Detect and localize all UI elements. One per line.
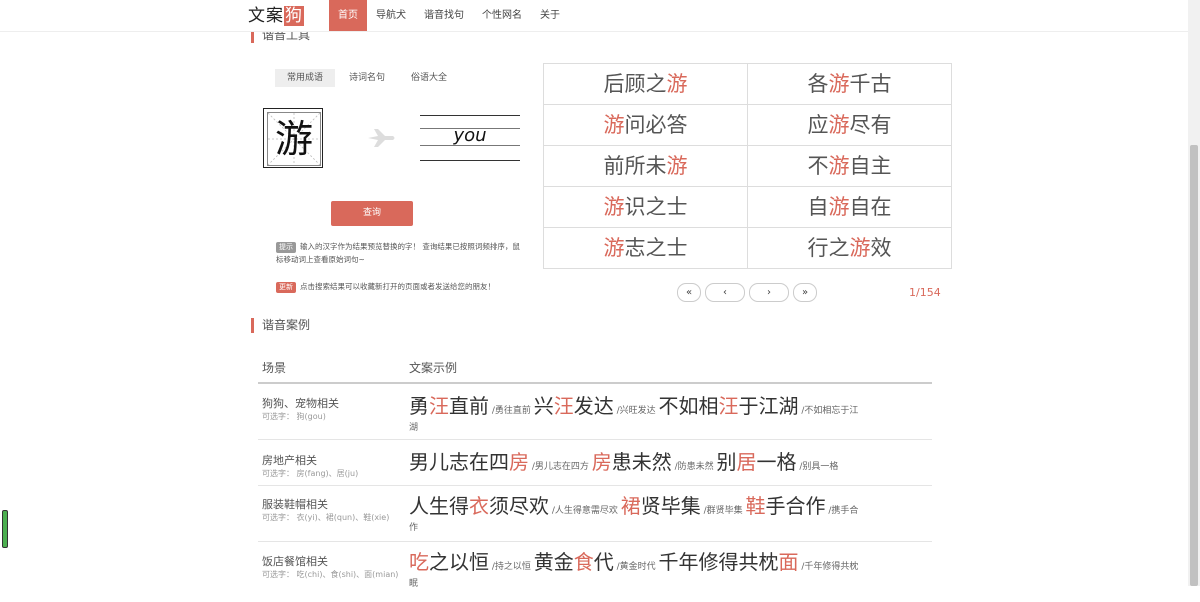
example-wrap-text: 作 xyxy=(409,523,419,533)
result-item[interactable]: 应游尽有 xyxy=(747,105,951,145)
pinyin-display: you xyxy=(420,115,520,161)
result-item[interactable]: 后顾之游 xyxy=(544,64,747,104)
scene-label: 服装鞋帽相关 xyxy=(262,498,328,511)
top-navbar: 文案狗 首页 导航犬 谐音找句 个性网名 关于 xyxy=(0,0,1188,32)
example-list: 人生得衣须尽欢 /人生得意需尽欢 裙贤毕集 /群贤毕集 鞋手合作 /携手合 作 xyxy=(409,486,932,541)
pagination: « ‹ › » xyxy=(677,283,821,302)
example-item[interactable]: 房患未然 /防患未然 xyxy=(592,450,717,474)
cases-section-title: 谐音案例 xyxy=(251,318,310,333)
results-grid: 后顾之游 各游千古 游问必答 应游尽有 前所未游 不游自主 游识之士 自游自在 … xyxy=(543,63,952,269)
tip-note: 提示 输入的汉字作为结果预览替换的字！ 查询结果已按照词频排序，鼠标移动词上查看原… xyxy=(276,240,524,266)
cases-table: 场景 文案示例 狗狗、宠物相关 可选字： 狗(gou) 勇汪直前 /勇往直前 兴… xyxy=(258,355,932,602)
table-row: 饭店餐馆相关 可选字： 吃(chi)、食(shi)、面(mian) 吃之以恒 /… xyxy=(258,542,932,602)
logo-text: 文案 xyxy=(248,6,284,26)
alt-characters: 可选字： 狗(gou) xyxy=(262,412,326,421)
example-list: 吃之以恒 /持之以恒 黄金食代 /黄金时代 千年修得共枕面 /千年修得共枕 眠 xyxy=(409,542,932,602)
character-input-box[interactable]: 游 xyxy=(263,108,323,168)
column-header-example: 文案示例 xyxy=(409,361,458,375)
example-wrap-text: 眠 xyxy=(409,579,419,589)
table-header: 场景 文案示例 xyxy=(258,355,932,384)
result-item[interactable]: 各游千古 xyxy=(747,64,951,104)
update-badge: 更新 xyxy=(276,282,296,293)
example-item[interactable]: 不如相汪于江湖 /不如相忘于江 xyxy=(659,394,859,418)
nav-homophone-search[interactable]: 谐音找句 xyxy=(415,0,473,31)
column-header-scene: 场景 xyxy=(262,361,287,375)
nav-directory[interactable]: 导航犬 xyxy=(367,0,415,31)
result-item[interactable]: 游识之士 xyxy=(544,187,747,227)
category-tabs: 常用成语 诗词名句 俗语大全 xyxy=(275,69,461,87)
example-item[interactable]: 黄金食代 /黄金时代 xyxy=(534,550,659,574)
input-character: 游 xyxy=(274,117,313,161)
example-item[interactable]: 别居一格 /别具一格 xyxy=(717,450,839,474)
scene-label: 房地产相关 xyxy=(262,454,317,467)
table-row: 狗狗、宠物相关 可选字： 狗(gou) 勇汪直前 /勇往直前 兴汪发达 /兴旺发… xyxy=(258,384,932,440)
update-note: 更新 点击搜索结果可以收藏新打开的页面或者发送给您的朋友！ xyxy=(276,280,524,293)
nav-home[interactable]: 首页 xyxy=(329,0,367,31)
tab-idioms[interactable]: 常用成语 xyxy=(275,69,336,87)
tab-poems[interactable]: 诗词名句 xyxy=(337,69,397,87)
pinyin-text: you xyxy=(453,125,487,146)
result-item[interactable]: 自游自在 xyxy=(747,187,951,227)
result-item[interactable]: 游问必答 xyxy=(544,105,747,145)
scene-label: 狗狗、宠物相关 xyxy=(262,397,339,410)
example-item[interactable]: 兴汪发达 /兴旺发达 xyxy=(534,394,659,418)
main-nav: 首页 导航犬 谐音找句 个性网名 关于 xyxy=(329,0,569,31)
query-button[interactable]: 查询 xyxy=(331,201,413,226)
nav-nicknames[interactable]: 个性网名 xyxy=(473,0,531,31)
example-item[interactable]: 千年修得共枕面 /千年修得共枕 xyxy=(659,550,859,574)
first-page-button[interactable]: « xyxy=(677,283,701,302)
result-item[interactable]: 不游自主 xyxy=(747,146,951,186)
tip-text: 输入的汉字作为结果预览替换的字！ 查询结果已按照词频排序，鼠标移动词上查看原始词… xyxy=(276,242,520,264)
result-item[interactable]: 游志之士 xyxy=(544,228,747,268)
page-indicator: 1/154 xyxy=(909,286,941,299)
tip-badge: 提示 xyxy=(276,242,296,253)
logo-accent: 狗 xyxy=(284,6,304,26)
airplane-arrow-icon xyxy=(368,129,395,147)
next-page-button[interactable]: › xyxy=(749,283,789,302)
table-row: 服装鞋帽相关 可选字： 衣(yi)、裙(qun)、鞋(xie) 人生得衣须尽欢 … xyxy=(258,486,932,542)
example-item[interactable]: 男儿志在四房 /男儿志在四方 xyxy=(409,450,592,474)
scene-label: 饭店餐馆相关 xyxy=(262,555,328,568)
alt-characters: 可选字： 吃(chi)、食(shi)、面(mian) xyxy=(262,570,399,579)
alt-characters: 可选字： 衣(yi)、裙(qun)、鞋(xie) xyxy=(262,513,390,522)
last-page-button[interactable]: » xyxy=(793,283,817,302)
prev-page-button[interactable]: ‹ xyxy=(705,283,745,302)
tab-sayings[interactable]: 俗语大全 xyxy=(399,69,459,87)
example-list: 勇汪直前 /勇往直前 兴汪发达 /兴旺发达 不如相汪于江湖 /不如相忘于江 湖 xyxy=(409,384,932,439)
example-item[interactable]: 吃之以恒 /持之以恒 xyxy=(409,550,534,574)
example-item[interactable]: 鞋手合作 /携手合 xyxy=(746,494,859,518)
site-logo[interactable]: 文案狗 xyxy=(248,6,304,26)
result-item[interactable]: 前所未游 xyxy=(544,146,747,186)
example-item[interactable]: 勇汪直前 /勇往直前 xyxy=(409,394,534,418)
alt-characters: 可选字： 房(fang)、居(ju) xyxy=(262,469,359,478)
table-row: 房地产相关 可选字： 房(fang)、居(ju) 男儿志在四房 /男儿志在四方 … xyxy=(258,440,932,486)
result-item[interactable]: 行之游效 xyxy=(747,228,951,268)
vertical-scrollbar[interactable] xyxy=(1188,0,1200,586)
example-item[interactable]: 人生得衣须尽欢 /人生得意需尽欢 xyxy=(409,494,621,518)
example-wrap-text: 湖 xyxy=(409,423,419,433)
nav-about[interactable]: 关于 xyxy=(531,0,569,31)
example-list: 男儿志在四房 /男儿志在四方 房患未然 /防患未然 别居一格 /别具一格 xyxy=(409,440,932,485)
side-handle[interactable] xyxy=(2,510,8,548)
scrollbar-thumb[interactable] xyxy=(1190,145,1198,586)
update-text: 点击搜索结果可以收藏新打开的页面或者发送给您的朋友！ xyxy=(300,282,495,291)
example-item[interactable]: 裙贤毕集 /群贤毕集 xyxy=(621,494,746,518)
